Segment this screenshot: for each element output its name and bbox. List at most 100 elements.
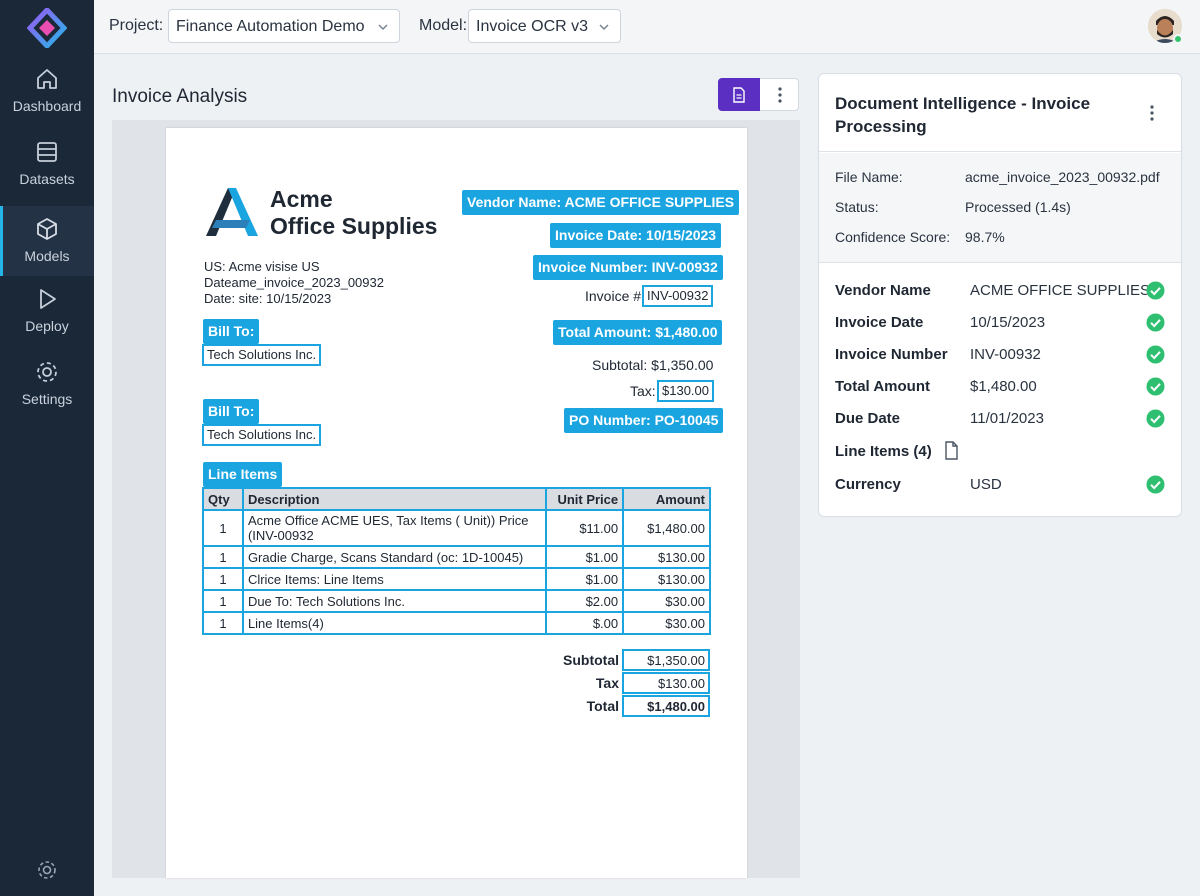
field-row-line-items[interactable]: Line Items (4) [819,435,1181,467]
field-row-invoice-number[interactable]: Invoice Number INV-00932 [819,338,1181,370]
copy-document-icon[interactable] [943,441,959,460]
line-items-table: Qty Description Unit Price Amount 1 Acme… [202,487,711,635]
status-label: Status: [835,199,879,215]
tax-row: Tax $130.00 [546,672,711,694]
bill-to-tag[interactable]: Bill To: [203,319,260,344]
tax-label: Tax: [630,383,656,399]
file-name-value: acme_invoice_2023_00932.pdf [965,169,1160,185]
page-title: Invoice Analysis [112,86,248,107]
meta-line: US: Acme visise US [204,259,320,274]
table-cell: $130.00 [622,545,711,569]
invoice-date-tag[interactable]: Invoice Date: 10/15/2023 [550,223,722,248]
field-row-vendor-name[interactable]: Vendor Name ACME OFFICE SUPPLIES [819,274,1181,306]
play-icon [40,289,56,309]
vendor-name-tag[interactable]: Vendor Name: ACME OFFICE SUPPLIES [462,190,740,215]
chevron-down-icon [599,24,609,31]
sidebar: Dashboard Datasets Models Deploy Setting… [0,0,94,896]
totals-label: Subtotal [563,652,619,668]
subtotal-row: Subtotal $1,350.00 [546,649,711,671]
po-number-tag[interactable]: PO Number: PO-10045 [564,408,724,433]
column-header: Qty [202,487,244,511]
sidebar-item-settings[interactable]: Settings [0,359,94,429]
sidebar-item-deploy[interactable]: Deploy [0,286,94,356]
confidence-value: 98.7% [965,229,1005,245]
more-vertical-icon [778,87,782,103]
invoice-hash-label: Invoice #: [585,288,645,304]
totals-value[interactable]: $1,350.00 [622,649,710,671]
table-cell: $30.00 [622,611,711,635]
table-row[interactable]: 1 Acme Office ACME UES, Tax Items ( Unit… [202,509,711,547]
table-row[interactable]: 1 Due To: Tech Solutions Inc. $2.00 $30.… [202,589,711,613]
table-cell: 1 [202,545,244,569]
more-options-button[interactable] [761,79,799,110]
project-select[interactable]: Finance Automation Demo [168,9,400,43]
sidebar-item-label: Settings [21,391,73,407]
bill-to-tag[interactable]: Bill To: [203,399,260,424]
invoice-meta: US: Acme visise US Dateame_invoice_2023_… [204,259,384,307]
table-cell: Clrice Items: Line Items [241,567,548,591]
online-status-indicator [1173,34,1183,44]
line-items-tag[interactable]: Line Items [203,462,283,487]
bill-to-value[interactable]: Tech Solutions Inc. [202,424,322,446]
sidebar-item-models[interactable]: Models [0,206,94,276]
panel-header: Document Intelligence - Invoice Processi… [819,74,1181,152]
field-label: Invoice Date [835,314,924,331]
model-select[interactable]: Invoice OCR v3 [468,9,621,43]
total-row: Total $1,480.00 [546,695,711,717]
table-cell: $1.00 [545,545,625,569]
chevron-down-icon [378,24,388,31]
settings-gear-icon[interactable] [35,858,59,882]
brand-line-2: Office Supplies [270,213,438,239]
sidebar-item-label: Deploy [25,318,69,334]
field-label: Invoice Number [835,346,948,363]
table-cell: Gradie Charge, Scans Standard (oc: 1D-10… [241,545,548,569]
viewer-toolbar [718,78,799,111]
table-cell: $.00 [545,611,625,635]
sidebar-item-label: Models [24,248,70,264]
check-circle-icon [1146,313,1165,332]
home-icon [37,69,57,89]
table-row[interactable]: 1 Clrice Items: Line Items $1.00 $130.00 [202,567,711,591]
table-cell: 1 [202,509,244,547]
field-value: USD [970,476,1002,493]
field-value: $1,480.00 [970,378,1037,395]
sidebar-item-datasets[interactable]: Datasets [0,139,94,209]
field-row-total-amount[interactable]: Total Amount $1,480.00 [819,370,1181,402]
table-cell: 1 [202,567,244,591]
table-cell: Due To: Tech Solutions Inc. [241,589,548,613]
status-value: Processed (1.4s) [965,199,1071,215]
total-amount-tag[interactable]: Total Amount: $1,480.00 [553,320,723,345]
file-info-section: File Name: acme_invoice_2023_00932.pdf S… [819,153,1181,263]
field-row-due-date[interactable]: Due Date 11/01/2023 [819,402,1181,434]
invoice-hash-value[interactable]: INV-00932 [642,285,714,307]
table-row[interactable]: 1 Line Items(4) $.00 $30.00 [202,611,711,635]
totals-value[interactable]: $130.00 [622,672,710,694]
meta-line: Dateame_invoice_2023_00932 [204,275,384,290]
table-cell: $1,480.00 [622,509,711,547]
sidebar-item-dashboard[interactable]: Dashboard [0,66,94,136]
invoice-number-tag[interactable]: Invoice Number: INV-00932 [533,255,723,280]
project-select-value: Finance Automation Demo [176,18,365,35]
field-row-invoice-date[interactable]: Invoice Date 10/15/2023 [819,306,1181,338]
table-header-row: Qty Description Unit Price Amount [202,487,711,511]
more-vertical-icon[interactable] [1142,102,1162,124]
column-header: Unit Price [545,487,625,511]
document-view-button[interactable] [718,78,760,111]
check-circle-icon [1146,281,1165,300]
document-icon [733,87,745,103]
table-cell: Line Items(4) [241,611,548,635]
column-header: Amount [622,487,711,511]
model-label: Model: [419,17,468,34]
bill-to-value[interactable]: Tech Solutions Inc. [202,344,322,366]
table-row[interactable]: 1 Gradie Charge, Scans Standard (oc: 1D-… [202,545,711,569]
app-logo[interactable] [27,8,67,48]
check-circle-icon [1146,345,1165,364]
field-value: 10/15/2023 [970,314,1046,331]
totals-label: Tax [595,675,619,691]
check-circle-icon [1146,409,1165,428]
tax-value[interactable]: $130.00 [657,380,714,402]
totals-value[interactable]: $1,480.00 [622,695,710,717]
table-cell: $1.00 [545,567,625,591]
field-row-currency[interactable]: Currency USD [819,468,1181,500]
field-label: Line Items (4) [835,443,932,460]
